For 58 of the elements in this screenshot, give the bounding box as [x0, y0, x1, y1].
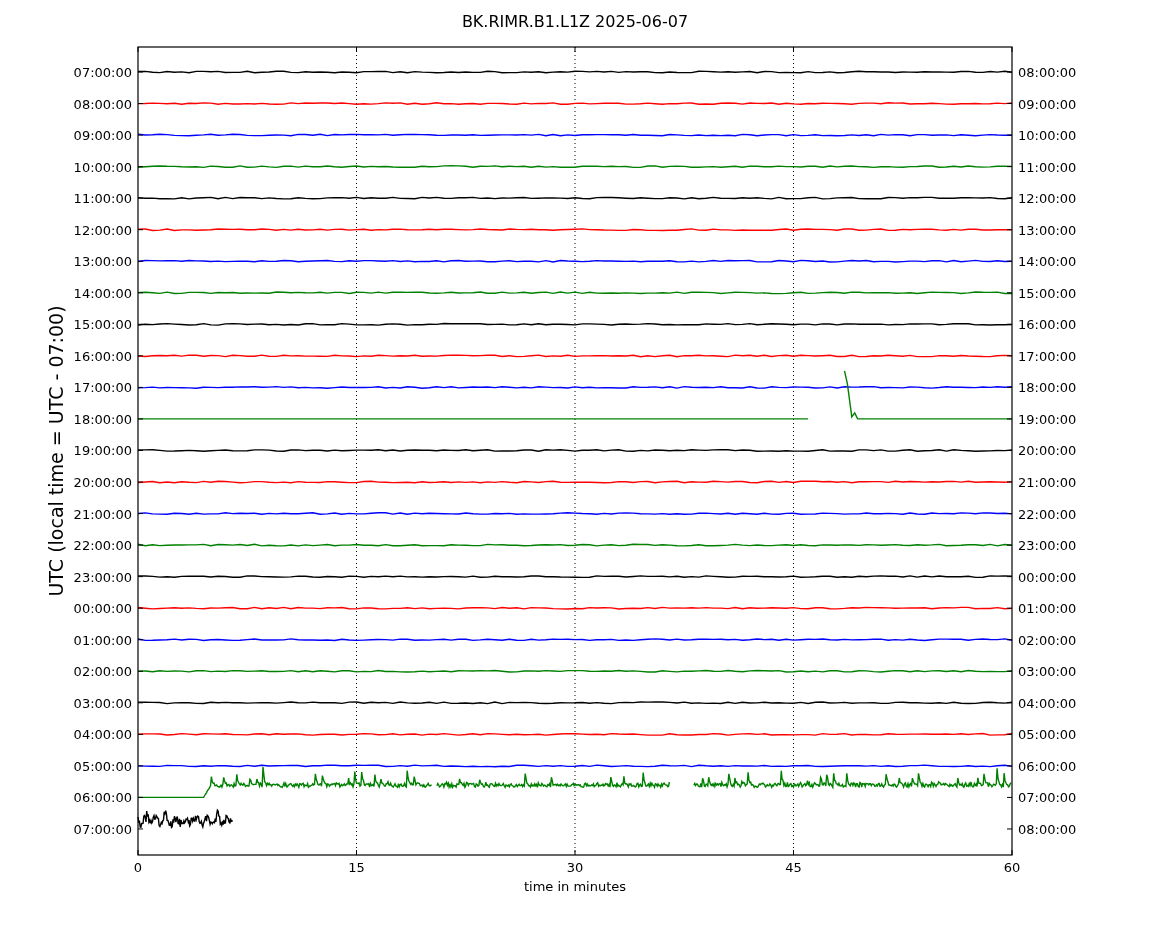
y-tick-label: 11:00:00 — [1018, 159, 1077, 175]
y-tick-label: 21:00:00 — [1018, 475, 1077, 490]
y-tick-label: 01:00:00 — [1018, 601, 1077, 617]
y-tick-label: 20:00:00 — [1018, 443, 1077, 459]
y-tick-label: 07:00:00 — [73, 65, 132, 80]
y-tick-label: 04:00:00 — [1018, 695, 1077, 711]
y-tick-label: 18:00:00 — [73, 411, 132, 427]
y-tick-label: 22:00:00 — [1018, 506, 1077, 522]
y-tick-label: 06:00:00 — [1018, 758, 1077, 774]
y-tick-label: 14:00:00 — [73, 285, 132, 301]
y-tick-label: 04:00:00 — [73, 727, 132, 743]
y-tick-label: 08:00:00 — [1018, 65, 1077, 80]
y-tick-label: 05:00:00 — [1018, 727, 1077, 743]
x-tick-label: 15 — [348, 860, 365, 875]
chart-title: BK.RIMR.B1.L1Z 2025-06-07 — [461, 12, 689, 31]
y-tick-label: 22:00:00 — [73, 538, 132, 554]
y-tick-label: 02:00:00 — [1018, 632, 1077, 648]
x-tick-label: 0 — [133, 860, 143, 875]
y-tick-label: 13:00:00 — [1018, 222, 1077, 238]
y-tick-label: 03:00:00 — [73, 695, 132, 711]
y-tick-label: 03:00:00 — [1018, 664, 1077, 680]
y-tick-label: 07:00:00 — [73, 821, 132, 837]
y-tick-label: 16:00:00 — [73, 348, 132, 364]
y-tick-label: 14:00:00 — [1018, 254, 1077, 270]
y-tick-label: 15:00:00 — [73, 317, 132, 333]
y-tick-label: 10:00:00 — [1018, 128, 1077, 144]
y-tick-label: 17:00:00 — [1018, 348, 1077, 364]
y-tick-label: 05:00:00 — [73, 758, 132, 774]
y-axis-label: UTC (local time = UTC - 07:00) — [45, 305, 67, 597]
x-axis-label: time in minutes — [523, 879, 627, 894]
y-tick-label: 16:00:00 — [1018, 317, 1077, 333]
y-tick-label: 12:00:00 — [1018, 191, 1077, 207]
y-tick-label: 20:00:00 — [73, 475, 132, 490]
y-tick-label: 11:00:00 — [73, 191, 132, 207]
y-tick-label: 23:00:00 — [73, 569, 132, 585]
y-tick-label: 07:00:00 — [1018, 790, 1077, 806]
y-tick-label: 17:00:00 — [73, 380, 132, 396]
y-tick-label: 08:00:00 — [1018, 821, 1077, 837]
y-tick-label: 08:00:00 — [73, 96, 132, 112]
y-tick-label: 21:00:00 — [73, 506, 132, 522]
y-tick-label: 23:00:00 — [1018, 538, 1077, 554]
y-tick-label: 02:00:00 — [73, 664, 132, 680]
y-tick-label: 01:00:00 — [73, 632, 132, 648]
y-tick-label: 12:00:00 — [73, 222, 132, 238]
y-tick-label: 19:00:00 — [73, 443, 132, 459]
y-tick-label: 13:00:00 — [73, 254, 132, 270]
y-tick-label: 09:00:00 — [73, 128, 132, 144]
x-tick-label: 45 — [785, 860, 802, 875]
y-tick-label: 19:00:00 — [1018, 411, 1077, 427]
y-tick-label: 06:00:00 — [73, 790, 132, 806]
x-tick-label: 60 — [1003, 860, 1021, 875]
y-tick-label: 09:00:00 — [1018, 96, 1077, 112]
y-tick-label: 00:00:00 — [1018, 569, 1077, 585]
y-tick-label: 10:00:00 — [73, 159, 132, 175]
x-tick-label: 30 — [566, 860, 584, 875]
y-tick-label: 15:00:00 — [1018, 285, 1077, 301]
y-tick-label: 18:00:00 — [1018, 380, 1077, 396]
y-tick-label: 00:00:00 — [73, 601, 132, 617]
